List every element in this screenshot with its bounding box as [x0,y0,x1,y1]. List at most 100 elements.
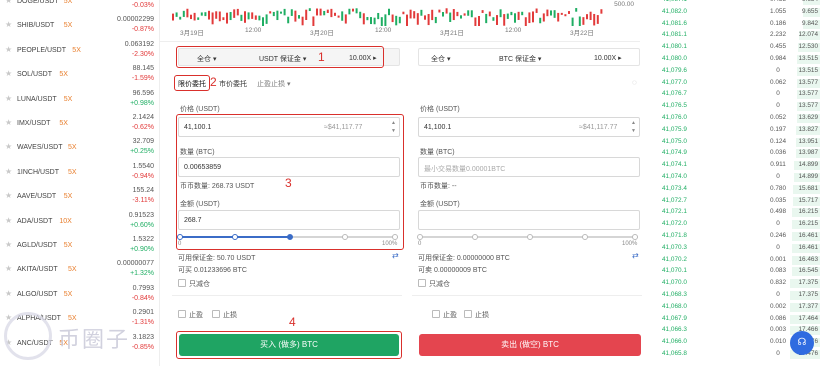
star-icon[interactable]: ★ [5,289,13,298]
orderbook-row[interactable]: 41,076.0 0.052 13.629 [648,114,820,123]
slider-stop-0[interactable] [177,234,183,240]
orderbook-row[interactable]: 41,074.0 0 14.899 [648,173,820,182]
orderbook-row[interactable]: 41,071.8 0.246 16.461 [648,232,820,241]
slider-stop-75[interactable] [342,234,348,240]
slider-handle[interactable] [287,234,293,240]
orderbook-row[interactable]: 41,070.3 0 16.461 [648,243,820,253]
sell-transfer-icon[interactable]: ⇄ [632,251,639,260]
candle [496,15,498,25]
watchlist-row[interactable]: ★ ALGO/USDT 5X 0.7993 -0.84% [0,284,159,308]
sell-price-stepper[interactable]: ▲ ▼ [631,119,636,135]
sell-slider-stop-0[interactable] [417,234,423,240]
star-icon[interactable]: ★ [5,45,13,54]
amount-value: 268.7 [184,217,202,224]
orderbook-row[interactable]: 41,070.0 0.832 17.375 [648,279,820,289]
tp-checkbox[interactable] [178,310,186,318]
star-icon[interactable]: ★ [5,143,13,151]
sell-slider-stop-75[interactable] [582,234,588,240]
orderbook-row[interactable]: 41,072.1 0.498 16.215 [648,208,820,218]
orderbook-row[interactable]: 41,076.7 0 13.577 [648,90,820,100]
orderbook-row[interactable]: 41,072.7 0.035 15.717 [648,196,820,206]
star-icon[interactable]: ★ [5,119,13,127]
star-icon[interactable]: ★ [5,94,13,103]
help-icon[interactable]: ◌ [632,78,637,87]
pair-symbol: IMX/USDT [17,120,51,127]
star-icon[interactable]: ★ [5,216,13,225]
orderbook-row[interactable]: 41,077.0 0.062 13.577 [648,78,820,88]
orderbook-row[interactable]: 41,075.9 0.197 13.827 [648,125,820,135]
sell-leverage-select[interactable]: 10.00X ▸ [594,54,622,62]
sell-price-input[interactable]: 41,100.1 ≈$41,117.77 ▲ ▼ [418,117,640,137]
ob-total: 17.377 [798,302,818,310]
transfer-icon[interactable]: ⇄ [392,251,399,260]
orderbook-row[interactable]: 41,072.0 0 16.215 [648,220,820,230]
watchlist-row[interactable]: ★ WAVES/USDT 5X 32.709 +0.25% [0,137,159,161]
orderbook-row[interactable]: 41,068.0 0.002 17.377 [648,302,820,312]
reduce-only-checkbox[interactable] [178,279,186,287]
orderbook-row[interactable]: 41,087.1 0.455 9.654 [648,0,820,5]
price-input[interactable]: 41,100.1 ≈$41,117.77 ▲ ▼ [178,117,400,137]
watchlist-row[interactable]: ★ AGLD/USDT 5X 1.5322 +0.90% [0,235,159,259]
orderbook-row[interactable]: 41,070.2 0.001 16.463 [648,255,820,265]
orderbook-row[interactable]: 41,068.3 0 17.375 [648,291,820,300]
sl-checkbox[interactable] [212,310,220,318]
orderbook-row[interactable]: 41,076.5 0 13.577 [648,102,820,112]
buy-long-button[interactable]: 买入 (做多) BTC [179,334,399,356]
orderbook-row[interactable]: 41,070.1 0.083 16.545 [648,267,820,277]
orderbook-row[interactable]: 41,082.0 1.055 9.655 [648,7,820,17]
qty-input[interactable]: 0.00653859 [178,157,400,177]
watchlist-row[interactable]: ★ 1INCH/USDT 5X 1.5540 -0.94% [0,162,159,186]
star-icon[interactable]: ★ [5,70,13,78]
support-icon[interactable]: ☊ [790,331,814,355]
watchlist-row[interactable]: ★ AKITA/USDT 5X 0.00000077 +1.32% [0,259,159,283]
amount-input[interactable]: 268.7 [178,210,400,230]
orderbook-row[interactable]: 41,079.6 0 13.515 [648,66,820,76]
chart-date-label: 3月22日 [570,30,594,37]
orderbook-row[interactable]: 41,067.9 0.086 17.464 [648,314,820,324]
pair-price: 0.91523 [128,211,154,219]
price-chart: 3月19日 12:00 3月20日 12:00 3月21日 12:00 3月22日 500.… [160,0,640,42]
sell-slider-stop-50[interactable] [527,234,533,240]
price-stepper[interactable]: ▲ ▼ [391,119,396,135]
star-icon[interactable]: ★ [5,21,13,29]
orderbook-row[interactable]: 41,080.1 0.455 12.530 [648,43,820,53]
coin-qty-label: 币币数量: 268.73 USDT [180,183,255,190]
watchlist-row[interactable]: ★ PEOPLE/USDT 5X 0.063192 -2.30% [0,40,159,64]
tab-tp-sl[interactable]: 止盈止损 ▾ [257,79,290,89]
sell-slider-stop-100[interactable] [632,234,638,240]
orderbook-row[interactable]: 41,073.4 0.780 15.681 [648,184,820,194]
sell-amount-input[interactable] [418,210,640,230]
sell-margin-mode-select[interactable]: 全仓 ▾ [431,54,450,64]
orderbook-row[interactable]: 41,074.9 0.036 13.987 [648,149,820,159]
star-icon[interactable]: ★ [5,265,13,273]
star-icon[interactable]: ★ [5,167,13,176]
sell-short-button[interactable]: 卖出 (做空) BTC [419,334,641,356]
sell-reduce-only-checkbox[interactable] [418,279,426,287]
slider-stop-25[interactable] [232,234,238,240]
sell-slider-stop-25[interactable] [472,234,478,240]
star-icon[interactable]: ★ [5,0,13,5]
watchlist-row[interactable]: ★ ADA/USDT 10X 0.91523 +0.60% [0,211,159,235]
sell-sl-checkbox[interactable] [464,310,472,318]
candle [485,13,488,24]
slider-stop-100[interactable] [392,234,398,240]
sell-margin-type-select[interactable]: BTC 保证金 ▾ [499,54,541,64]
watchlist-row[interactable]: ★ AAVE/USDT 5X 155.24 -3.11% [0,186,159,210]
tab-market-order[interactable]: 市价委托 [219,79,247,89]
sell-tp-checkbox[interactable] [432,310,440,318]
candle [244,11,246,23]
orderbook-row[interactable]: 41,080.0 0.984 13.515 [648,55,820,64]
watchlist-row[interactable]: ★ IMX/USDT 5X 2.1424 -0.62% [0,113,159,137]
orderbook-row[interactable]: 41,075.0 0.124 13.951 [648,137,820,147]
sell-qty-input[interactable]: 最小交易数量0.00001BTC [418,157,640,177]
watchlist-row[interactable]: ★ DOGE/USDT5X 0.119559 -0.03% [0,0,159,15]
star-icon[interactable]: ★ [5,241,13,249]
watchlist-row[interactable]: ★ SOL/USDT 5X 88.145 -1.59% [0,64,159,88]
orderbook-row[interactable]: 41,081.1 2.232 12.074 [648,31,820,41]
orderbook-row[interactable]: 41,074.1 0.911 14.899 [648,161,820,171]
orderbook-row[interactable]: 41,081.6 0.186 9.842 [648,19,820,29]
star-icon[interactable]: ★ [5,192,13,200]
candle [323,10,326,16]
watchlist-row[interactable]: ★ SHIB/USDT 5X 0.00002299 -0.87% [0,15,159,39]
watchlist-row[interactable]: ★ LUNA/USDT 5X 96.596 +0.98% [0,89,159,113]
